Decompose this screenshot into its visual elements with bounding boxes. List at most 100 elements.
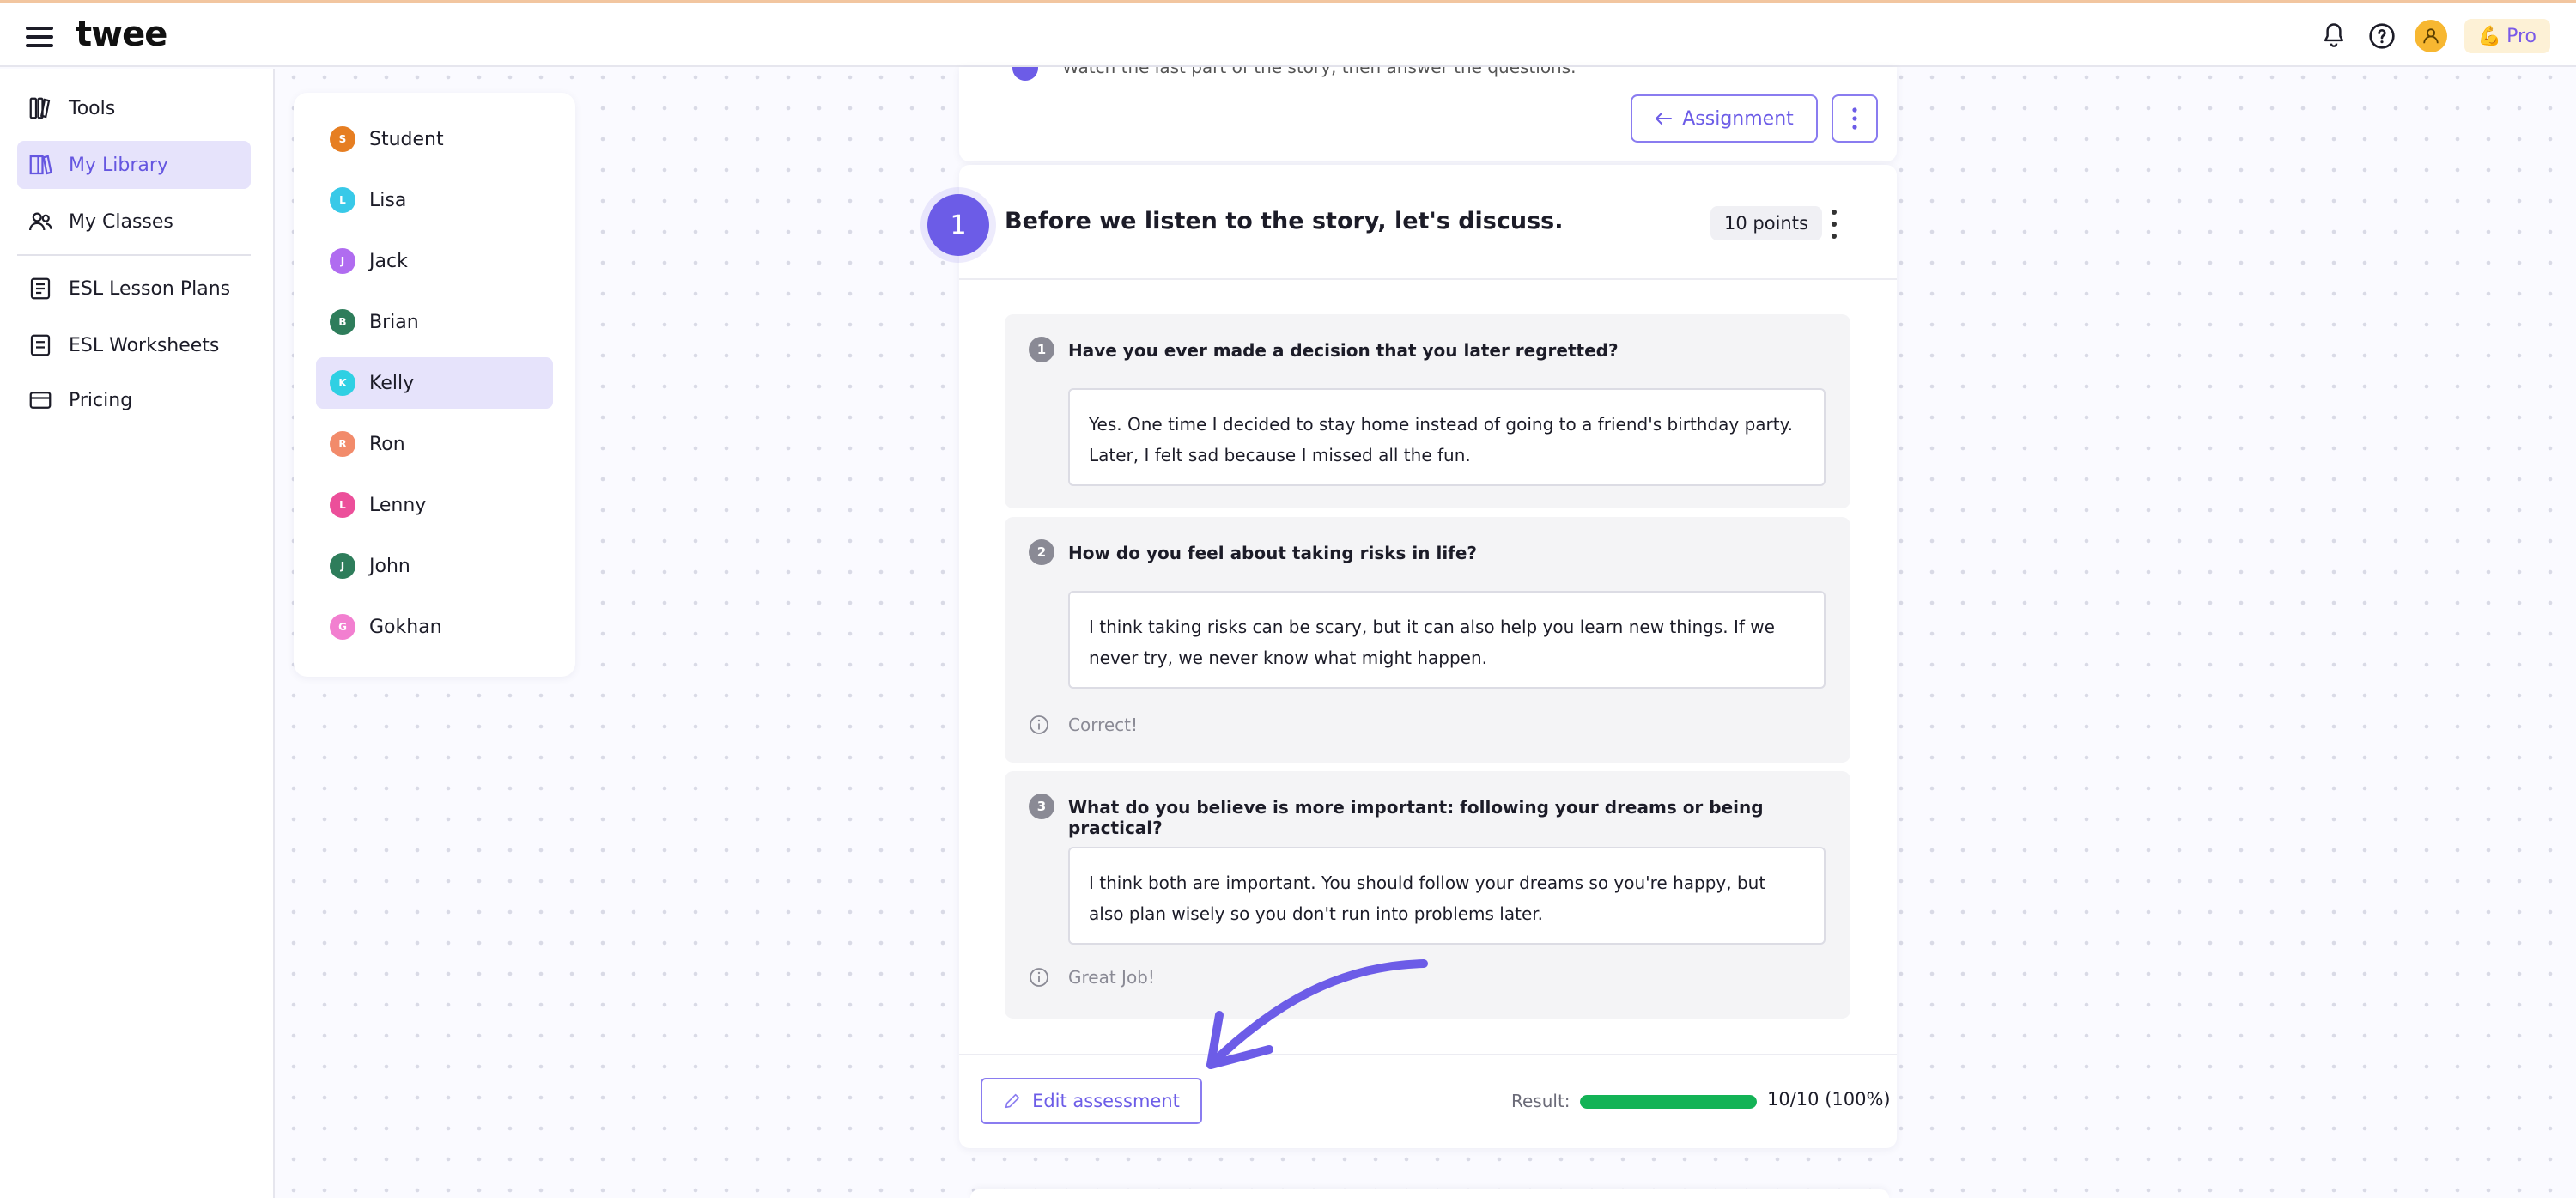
- feedback-text: Correct!: [1068, 715, 1139, 735]
- student-item[interactable]: S Student: [316, 113, 553, 165]
- muscle-icon: 💪: [2477, 25, 2502, 47]
- app-logo[interactable]: twee: [76, 15, 167, 54]
- student-avatar: L: [330, 187, 355, 213]
- student-name: Lenny: [369, 494, 427, 516]
- nav-label: Tools: [69, 97, 116, 119]
- arrow-left-icon: [1656, 113, 1673, 125]
- answer-line: also plan wisely so you don't run into p…: [1089, 903, 1544, 924]
- info-icon: [1030, 968, 1048, 987]
- points-badge: 10 points: [1710, 206, 1822, 240]
- divider: [959, 278, 1897, 280]
- student-avatar: R: [330, 431, 355, 457]
- result-progress-bar: [1580, 1095, 1757, 1109]
- answer-text[interactable]: I think both are important. You should f…: [1068, 847, 1826, 945]
- nav-item-my-library[interactable]: My Library: [17, 141, 251, 189]
- student-avatar: J: [330, 248, 355, 274]
- student-avatar: S: [330, 126, 355, 152]
- student-list: S Student L Lisa J Jack B Brian K Kelly …: [294, 93, 575, 677]
- student-item-selected[interactable]: K Kelly: [316, 357, 553, 409]
- user-avatar-icon[interactable]: [2414, 20, 2447, 52]
- assignment-button[interactable]: Assignment: [1631, 94, 1818, 143]
- pro-label: Pro: [2506, 25, 2537, 47]
- student-item[interactable]: J John: [316, 540, 553, 592]
- answer-line: never try, we never know what might happ…: [1089, 648, 1488, 668]
- edit-assessment-label: Edit assessment: [1032, 1091, 1180, 1111]
- student-avatar: G: [330, 614, 355, 640]
- question-number: 2: [1029, 539, 1054, 565]
- edit-assessment-button[interactable]: Edit assessment: [981, 1078, 1202, 1124]
- annotation-arrow-icon: [1206, 959, 1428, 1069]
- kebab-icon: [1852, 107, 1857, 130]
- section-number-badge: [1012, 67, 1038, 81]
- previous-section-card: Watch the last part of the story, then a…: [959, 67, 1897, 161]
- feedback: Great Job!: [1029, 967, 1155, 988]
- nav-item-esl-worksheets[interactable]: ESL Worksheets: [17, 321, 251, 369]
- question-block: 1 Have you ever made a decision that you…: [1005, 314, 1850, 508]
- nav-label: My Classes: [69, 210, 173, 233]
- nav-item-esl-lesson-plans[interactable]: ESL Lesson Plans: [17, 265, 251, 313]
- student-name: Student: [369, 128, 444, 150]
- sidebar: Tools My Library My Classes ESL Lesson P…: [0, 69, 275, 1198]
- student-avatar: J: [330, 553, 355, 579]
- info-icon: [1030, 715, 1048, 734]
- section-kebab-icon[interactable]: [1826, 210, 1843, 239]
- pencil-icon: [1005, 1093, 1020, 1109]
- nav-item-tools[interactable]: Tools: [17, 84, 251, 132]
- nav-label: My Library: [69, 154, 168, 176]
- student-name: Gokhan: [369, 616, 442, 638]
- student-name: Kelly: [369, 372, 415, 394]
- answer-line: Yes. One time I decided to stay home ins…: [1089, 414, 1793, 435]
- help-icon[interactable]: [2366, 21, 2397, 52]
- result-label: Result:: [1511, 1091, 1571, 1111]
- question-text: What do you believe is more important: f…: [1068, 797, 1764, 838]
- next-section-card: [970, 1189, 1889, 1198]
- student-item[interactable]: L Lisa: [316, 174, 553, 226]
- student-item[interactable]: L Lenny: [316, 479, 553, 531]
- classes-icon: [29, 212, 52, 231]
- notification-bell-icon[interactable]: [2318, 21, 2349, 52]
- section-title-cut: Watch the last part of the story, then a…: [1062, 67, 1577, 77]
- nav-item-my-classes[interactable]: My Classes: [17, 198, 251, 246]
- feedback: Correct!: [1029, 715, 1138, 735]
- section-number-badge: 1: [927, 194, 989, 256]
- question-text: How do you feel about taking risks in li…: [1068, 543, 1478, 563]
- question-block: 2 How do you feel about taking risks in …: [1005, 517, 1850, 763]
- lesson-plans-icon: [30, 277, 51, 300]
- student-name: John: [369, 555, 410, 577]
- nav-item-pricing[interactable]: Pricing: [17, 376, 251, 424]
- student-avatar: K: [330, 370, 355, 396]
- result-value: 10/10 (100%): [1767, 1089, 1891, 1110]
- tools-icon: [29, 97, 51, 119]
- student-avatar: L: [330, 492, 355, 518]
- pro-badge[interactable]: 💪 Pro: [2464, 19, 2550, 53]
- student-name: Ron: [369, 433, 405, 455]
- worksheets-icon: [30, 334, 51, 356]
- answer-text[interactable]: I think taking risks can be scary, but i…: [1068, 591, 1826, 689]
- more-options-button[interactable]: [1832, 94, 1878, 143]
- student-name: Lisa: [369, 189, 407, 211]
- student-item[interactable]: B Brian: [316, 296, 553, 348]
- library-icon: [29, 155, 52, 175]
- pricing-icon: [29, 392, 52, 409]
- nav-label: Pricing: [69, 389, 133, 411]
- top-bar: twee 💪 Pro: [0, 0, 2576, 67]
- student-name: Brian: [369, 311, 419, 333]
- assignment-label: Assignment: [1682, 107, 1794, 130]
- top-actions: 💪 Pro: [2318, 18, 2550, 54]
- answer-line: I think taking risks can be scary, but i…: [1089, 617, 1775, 637]
- answer-line: Later, I felt sad because I missed all t…: [1089, 445, 1471, 465]
- question-number: 3: [1029, 794, 1054, 819]
- answer-line: I think both are important. You should f…: [1089, 873, 1766, 893]
- section-title: Before we listen to the story, let's dis…: [1005, 208, 1564, 234]
- student-item[interactable]: J Jack: [316, 235, 553, 287]
- nav-label: ESL Worksheets: [69, 334, 220, 356]
- student-item[interactable]: R Ron: [316, 418, 553, 470]
- student-name: Jack: [369, 250, 408, 272]
- menu-icon[interactable]: [26, 27, 53, 47]
- student-avatar: B: [330, 309, 355, 335]
- student-item[interactable]: G Gokhan: [316, 601, 553, 653]
- question-text: Have you ever made a decision that you l…: [1068, 340, 1619, 361]
- answer-text[interactable]: Yes. One time I decided to stay home ins…: [1068, 388, 1826, 486]
- nav-divider: [17, 254, 251, 256]
- nav-label: ESL Lesson Plans: [69, 277, 231, 300]
